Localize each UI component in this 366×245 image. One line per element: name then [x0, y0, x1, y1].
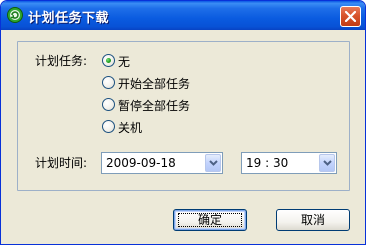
radio-label: 开始全部任务	[118, 77, 191, 91]
radio-button[interactable]	[102, 98, 115, 111]
settings-group: 计划任务: 无 开始全部任务 暂停全部任务 关机 计划时间: 2009-09-1…	[17, 41, 350, 191]
time-value: 19 : 30	[246, 156, 289, 170]
time-label: 计划时间:	[35, 156, 88, 170]
chevron-down-icon	[323, 160, 332, 166]
radio-button[interactable]	[102, 76, 115, 89]
window-title: 计划任务下载	[28, 11, 110, 26]
refresh-globe-icon	[7, 7, 23, 23]
radio-button[interactable]	[102, 120, 115, 133]
radio-label: 暂停全部任务	[118, 99, 191, 113]
chevron-down-icon	[209, 160, 218, 166]
cancel-button[interactable]: 取消	[276, 209, 350, 231]
date-picker[interactable]: 2009-09-18	[101, 152, 223, 174]
ok-button[interactable]: 确定	[173, 209, 247, 231]
title-bar[interactable]: 计划任务下载	[1, 1, 365, 30]
close-button[interactable]	[340, 6, 361, 27]
schedule-dialog: 计划任务下载 计划任务: 无 开始全部任务 暂停全部任务 关机 计划时间: 20…	[0, 0, 366, 245]
time-picker[interactable]: 19 : 30	[241, 152, 337, 174]
date-dropdown-button[interactable]	[205, 154, 221, 172]
task-label: 计划任务:	[35, 54, 88, 68]
dialog-body: 计划任务: 无 开始全部任务 暂停全部任务 关机 计划时间: 2009-09-1…	[5, 30, 361, 240]
date-value: 2009-09-18	[106, 156, 176, 170]
radio-button[interactable]	[102, 54, 115, 67]
cancel-button-label: 取消	[300, 213, 325, 227]
close-icon	[345, 11, 356, 22]
radio-label: 关机	[118, 121, 143, 135]
radio-label: 无	[118, 55, 131, 69]
time-dropdown-button[interactable]	[319, 154, 335, 172]
